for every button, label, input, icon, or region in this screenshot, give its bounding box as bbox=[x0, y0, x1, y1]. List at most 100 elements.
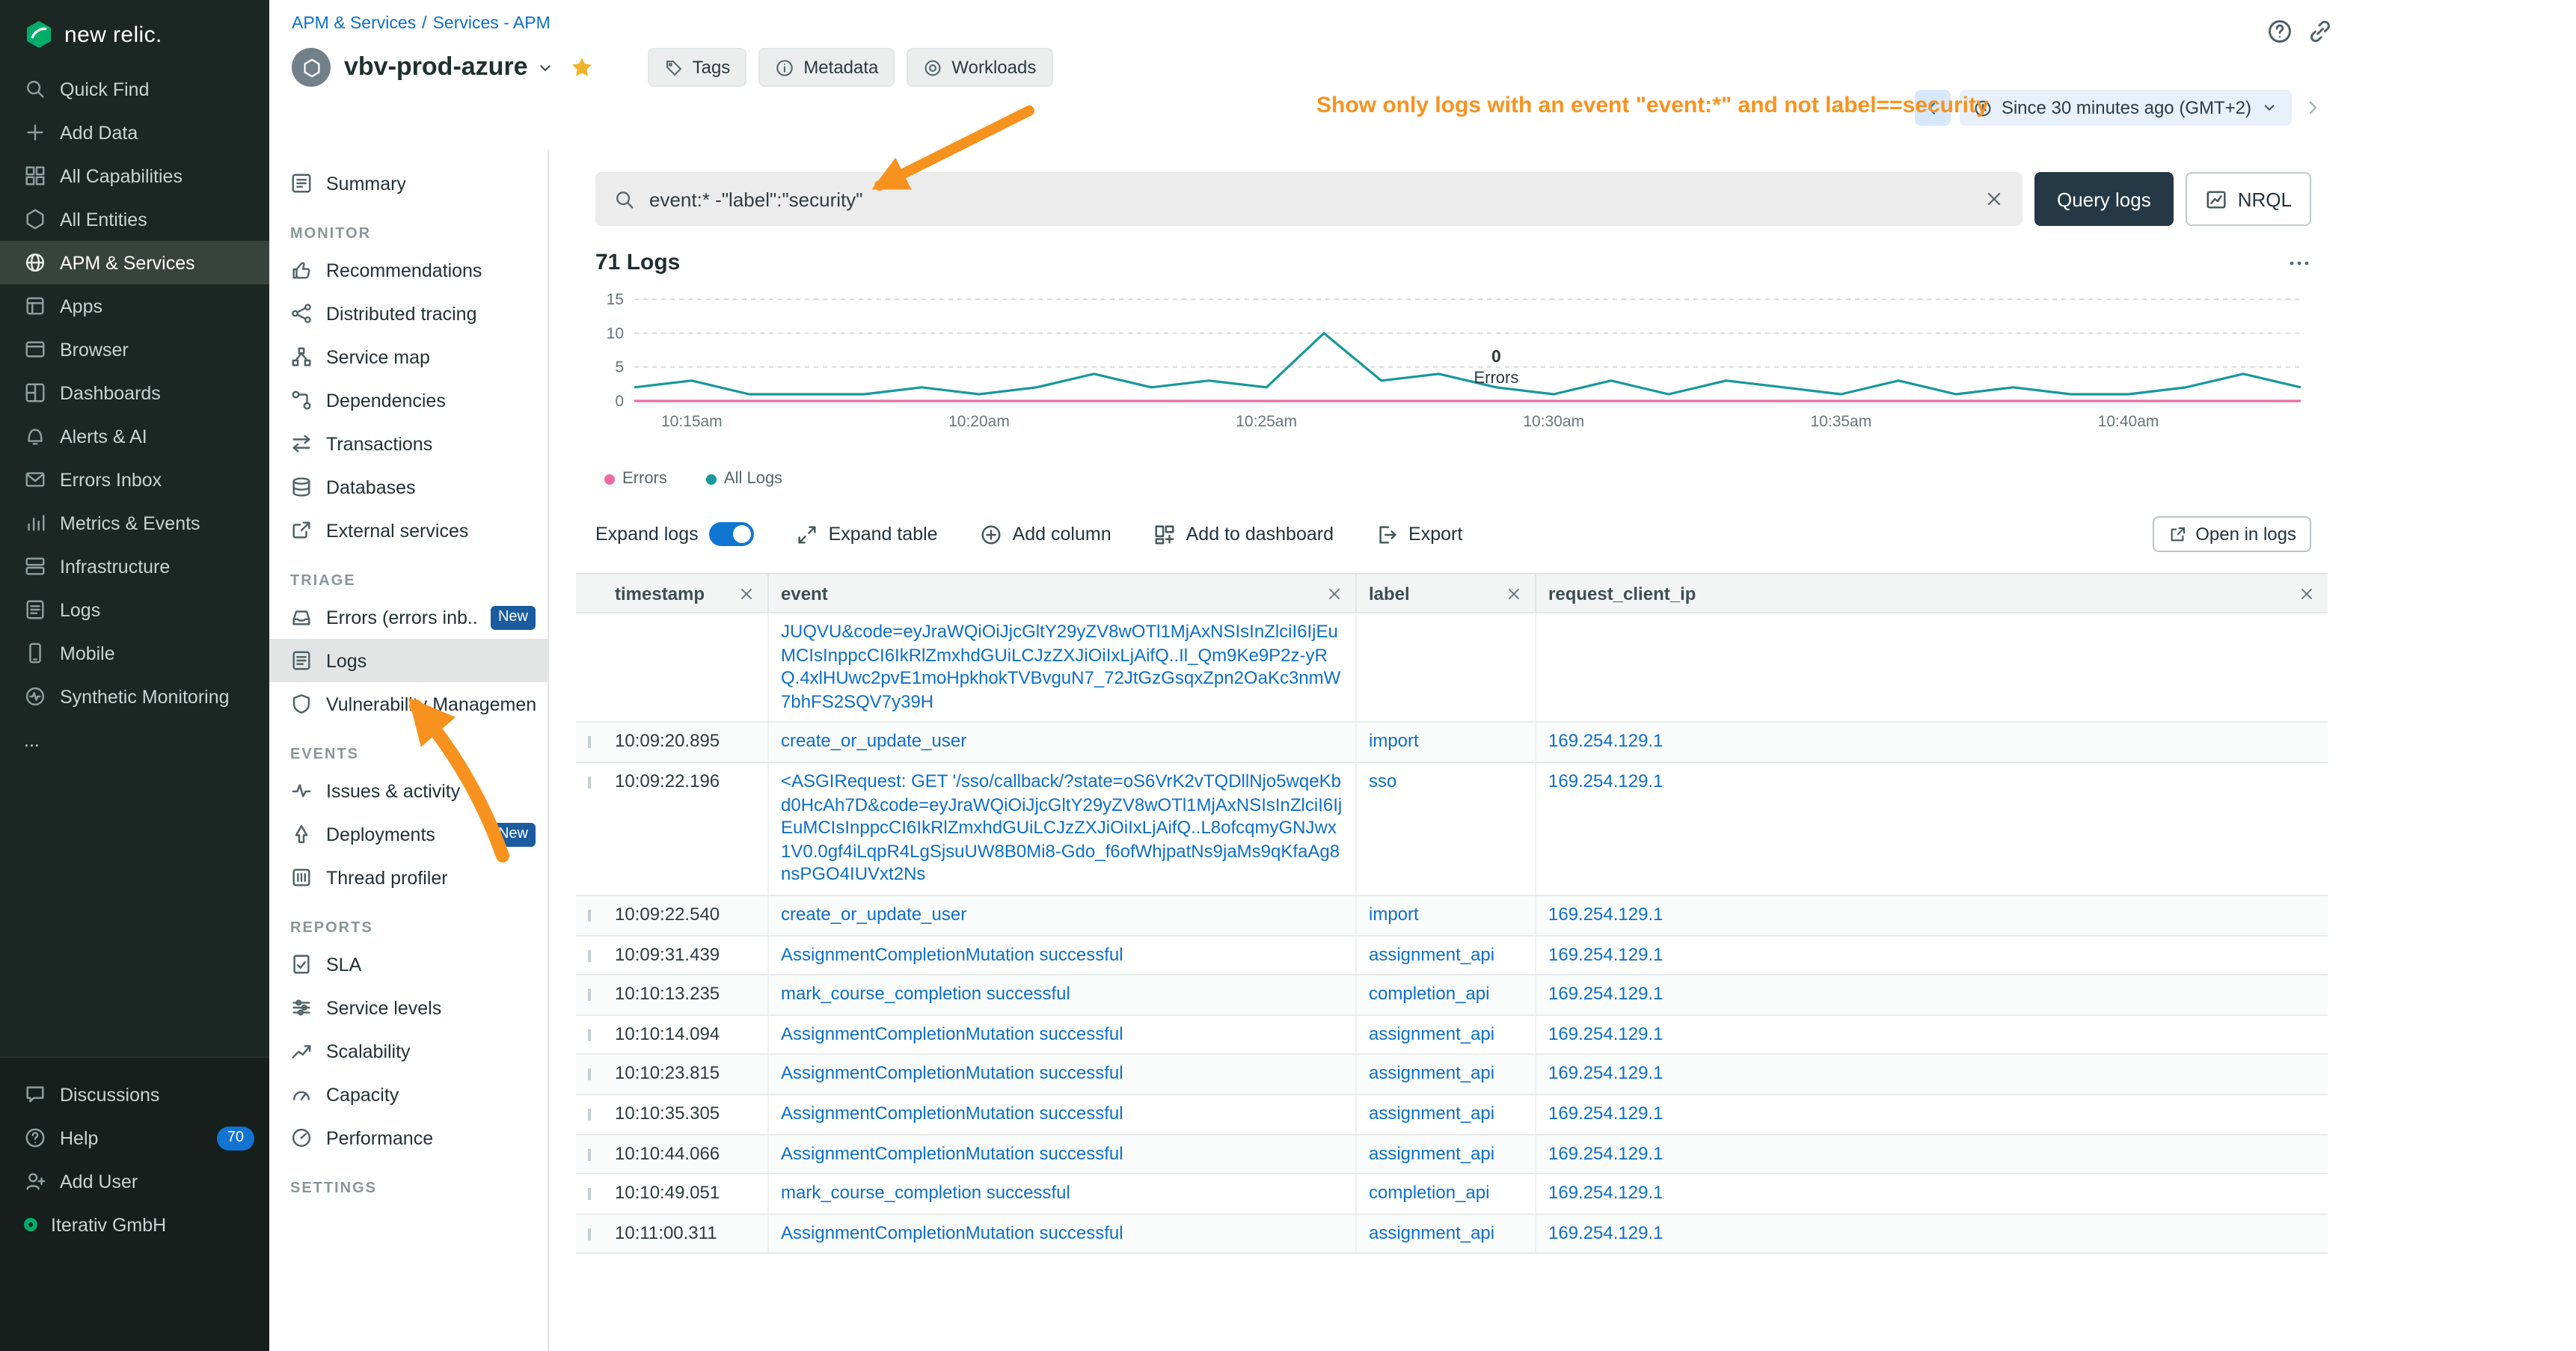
label-link[interactable]: completion_api bbox=[1369, 983, 1523, 1006]
event-link[interactable]: AssignmentCompletionMutation successful bbox=[781, 1222, 1343, 1245]
new-relic-logo[interactable]: new relic. bbox=[0, 0, 269, 67]
chip-tags[interactable]: Tags bbox=[648, 48, 747, 87]
subnav-item-scalability[interactable]: Scalability bbox=[269, 1029, 548, 1073]
sidebar-item-browser[interactable]: Browser bbox=[0, 328, 269, 371]
label-link[interactable]: assignment_api bbox=[1369, 1222, 1523, 1245]
row-checkbox[interactable] bbox=[588, 949, 591, 961]
ip-link[interactable]: 169.254.129.1 bbox=[1548, 1222, 2316, 1245]
expand-logs-toggle[interactable]: Expand logs bbox=[595, 522, 754, 546]
table-row[interactable]: 10:10:14.094AssignmentCompletionMutation… bbox=[576, 1015, 2328, 1055]
table-row[interactable]: 10:09:22.196<ASGIRequest: GET '/sso/call… bbox=[576, 763, 2328, 896]
row-checkbox[interactable] bbox=[588, 989, 591, 1001]
table-row[interactable]: 10:09:20.895create_or_update_userimport1… bbox=[576, 723, 2328, 763]
more-options-icon[interactable] bbox=[2287, 251, 2311, 275]
entity-dropdown-icon[interactable] bbox=[536, 58, 555, 77]
sidebar-item-alerts-ai[interactable]: Alerts & AI bbox=[0, 414, 269, 458]
label-link[interactable]: import bbox=[1369, 904, 1523, 927]
remove-column-label-icon[interactable] bbox=[1505, 584, 1523, 602]
sidebar-item-mobile[interactable]: Mobile bbox=[0, 631, 269, 675]
event-link[interactable]: create_or_update_user bbox=[781, 904, 1343, 927]
sidebar-item-add-user[interactable]: Add User bbox=[0, 1159, 269, 1203]
subnav-item-issues-activity[interactable]: Issues & activity bbox=[269, 769, 548, 812]
subnav-item-service-map[interactable]: Service map bbox=[269, 335, 548, 379]
row-checkbox[interactable] bbox=[588, 910, 591, 922]
remove-column-event-icon[interactable] bbox=[1325, 584, 1343, 602]
sidebar-item-item[interactable]: ... bbox=[0, 718, 269, 762]
sidebar-item-discussions[interactable]: Discussions bbox=[0, 1073, 269, 1116]
logs-search-input[interactable]: event:* -"label":"security" bbox=[595, 172, 2023, 226]
breadcrumb-apm-services[interactable]: APM & Services bbox=[292, 15, 416, 33]
ip-link[interactable]: 169.254.129.1 bbox=[1548, 943, 2316, 966]
event-link[interactable]: AssignmentCompletionMutation successful bbox=[781, 1063, 1343, 1086]
subnav-item-capacity[interactable]: Capacity bbox=[269, 1073, 548, 1116]
subnav-item-databases[interactable]: Databases bbox=[269, 465, 548, 509]
chip-metadata[interactable]: Metadata bbox=[758, 48, 895, 87]
label-link[interactable]: import bbox=[1369, 731, 1523, 754]
subnav-item-recommendations[interactable]: Recommendations bbox=[269, 248, 548, 292]
subnav-item-performance[interactable]: Performance bbox=[269, 1116, 548, 1159]
query-logs-button[interactable]: Query logs bbox=[2034, 172, 2174, 226]
event-link[interactable]: AssignmentCompletionMutation successful bbox=[781, 943, 1343, 966]
ip-link[interactable]: 169.254.129.1 bbox=[1548, 1182, 2316, 1205]
event-link[interactable]: mark_course_completion successful bbox=[781, 983, 1343, 1006]
subnav-item-service-levels[interactable]: Service levels bbox=[269, 986, 548, 1029]
time-range-button[interactable]: Since 30 minutes ago (GMT+2) bbox=[1960, 90, 2292, 126]
row-checkbox[interactable] bbox=[588, 737, 591, 749]
add-to-dashboard-button[interactable]: Add to dashboard bbox=[1153, 523, 1334, 545]
help-icon[interactable] bbox=[2266, 18, 2293, 45]
ip-link[interactable]: 169.254.129.1 bbox=[1548, 904, 2316, 927]
time-forward-button[interactable] bbox=[2301, 96, 2325, 120]
event-link[interactable]: mark_course_completion successful bbox=[781, 1182, 1343, 1205]
label-link[interactable]: assignment_api bbox=[1369, 1142, 1523, 1165]
favorite-star-icon[interactable] bbox=[570, 55, 594, 79]
sidebar-item-metrics-events[interactable]: Metrics & Events bbox=[0, 501, 269, 545]
subnav-item-deployments[interactable]: DeploymentsNew bbox=[269, 812, 548, 856]
event-link[interactable]: create_or_update_user bbox=[781, 731, 1343, 754]
ip-link[interactable]: 169.254.129.1 bbox=[1548, 1142, 2316, 1165]
row-checkbox[interactable] bbox=[588, 1188, 591, 1200]
table-row[interactable]: 10:10:44.066AssignmentCompletionMutation… bbox=[576, 1135, 2328, 1174]
remove-column-request-client-ip-icon[interactable] bbox=[2298, 584, 2316, 602]
label-link[interactable]: assignment_api bbox=[1369, 1023, 1523, 1046]
sidebar-item-quick-find[interactable]: Quick Find bbox=[0, 67, 269, 111]
permalink-icon[interactable] bbox=[2307, 18, 2334, 45]
legend-item-all-logs[interactable]: All Logs bbox=[706, 470, 782, 488]
toggle-on[interactable] bbox=[709, 522, 754, 546]
label-link[interactable]: sso bbox=[1369, 771, 1523, 794]
subnav-item-logs[interactable]: Logs bbox=[269, 639, 548, 682]
add-column-button[interactable]: Add column bbox=[980, 523, 1111, 545]
event-link[interactable]: JUQVU&code=eyJraWQiOiJjcGltY29yZV8wOTl1M… bbox=[781, 621, 1343, 714]
remove-column-timestamp-icon[interactable] bbox=[737, 584, 755, 602]
row-checkbox[interactable] bbox=[588, 1228, 591, 1240]
label-link[interactable]: assignment_api bbox=[1369, 943, 1523, 966]
table-row[interactable]: 10:10:23.815AssignmentCompletionMutation… bbox=[576, 1056, 2328, 1095]
row-checkbox[interactable] bbox=[588, 1069, 591, 1081]
subnav-item-sla[interactable]: SLA bbox=[269, 943, 548, 986]
row-checkbox[interactable] bbox=[588, 1148, 591, 1160]
chip-workloads[interactable]: Workloads bbox=[907, 48, 1052, 87]
table-row[interactable]: 10:11:00.311AssignmentCompletionMutation… bbox=[576, 1214, 2328, 1254]
ip-link[interactable]: 169.254.129.1 bbox=[1548, 731, 2316, 754]
table-row[interactable]: 10:10:13.235mark_course_completion succe… bbox=[576, 975, 2328, 1015]
subnav-item-distributed-tracing[interactable]: Distributed tracing bbox=[269, 292, 548, 335]
sidebar-item-all-entities[interactable]: All Entities bbox=[0, 197, 269, 241]
sidebar-item-add-data[interactable]: Add Data bbox=[0, 111, 269, 154]
subnav-item-errors-errors-inb[interactable]: Errors (errors inb...New bbox=[269, 595, 548, 639]
event-link[interactable]: AssignmentCompletionMutation successful bbox=[781, 1023, 1343, 1046]
sidebar-item-all-capabilities[interactable]: All Capabilities bbox=[0, 154, 269, 197]
label-link[interactable]: assignment_api bbox=[1369, 1103, 1523, 1126]
subnav-item-thread-profiler[interactable]: Thread profiler bbox=[269, 856, 548, 899]
event-link[interactable]: <ASGIRequest: GET '/sso/callback/?state=… bbox=[781, 771, 1343, 887]
ip-link[interactable]: 169.254.129.1 bbox=[1548, 983, 2316, 1006]
ip-link[interactable]: 169.254.129.1 bbox=[1548, 1103, 2316, 1126]
sidebar-item-infrastructure[interactable]: Infrastructure bbox=[0, 545, 269, 588]
sidebar-item-errors-inbox[interactable]: Errors Inbox bbox=[0, 458, 269, 501]
label-link[interactable]: assignment_api bbox=[1369, 1063, 1523, 1086]
legend-item-errors[interactable]: Errors bbox=[604, 470, 667, 488]
ip-link[interactable]: 169.254.129.1 bbox=[1548, 1023, 2316, 1046]
nrql-button[interactable]: NRQL bbox=[2186, 172, 2311, 226]
expand-table-button[interactable]: Expand table bbox=[796, 523, 938, 545]
clear-search-icon[interactable] bbox=[1984, 189, 2005, 209]
label-link[interactable]: completion_api bbox=[1369, 1182, 1523, 1205]
sidebar-item-iterativ-gmbh[interactable]: Iterativ GmbH bbox=[0, 1203, 269, 1246]
